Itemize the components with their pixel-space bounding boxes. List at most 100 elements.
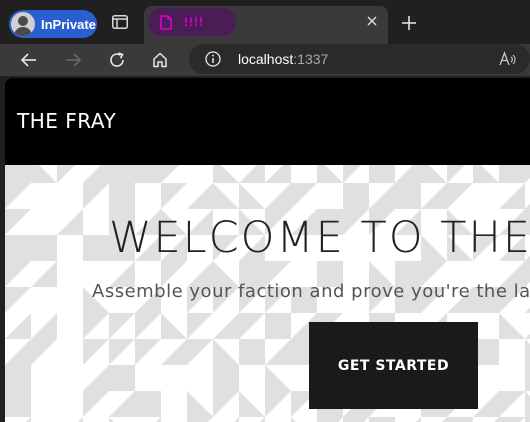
pattern-triangle	[5, 287, 31, 313]
pattern-triangle	[5, 165, 31, 183]
pattern-triangle	[161, 313, 187, 339]
pattern-triangle	[421, 183, 447, 209]
pattern-triangle	[317, 417, 343, 422]
tab-active[interactable]: !!!!	[144, 6, 388, 44]
pattern-triangle	[234, 417, 239, 422]
pattern-triangle	[525, 165, 530, 183]
pattern-triangle	[421, 165, 447, 183]
pattern-triangle	[265, 165, 291, 183]
pattern-triangle	[5, 313, 31, 339]
pattern-triangle	[239, 339, 265, 365]
pattern-triangle	[5, 261, 31, 287]
pattern-triangle	[5, 235, 31, 261]
pattern-triangle	[369, 417, 395, 422]
home-icon[interactable]	[151, 51, 169, 69]
pattern-triangle	[525, 334, 530, 339]
pattern-triangle	[31, 235, 57, 261]
pattern-triangle	[291, 417, 296, 422]
site-navbar: THE FRAY	[5, 78, 530, 165]
pattern-triangle	[239, 183, 265, 209]
pattern-triangle	[109, 391, 135, 417]
pattern-triangle	[343, 183, 369, 209]
pattern-triangle	[156, 417, 161, 422]
pattern-triangle	[83, 313, 109, 339]
pattern-triangle	[239, 165, 265, 183]
pattern-triangle	[442, 417, 447, 422]
url-port: :1337	[293, 51, 329, 67]
pattern-triangle	[5, 209, 31, 235]
pattern-triangle	[161, 183, 187, 209]
pattern-triangle	[265, 391, 291, 417]
pattern-triangle	[5, 391, 31, 417]
get-started-button[interactable]: GET STARTED	[309, 322, 478, 409]
read-aloud-icon[interactable]	[499, 51, 517, 67]
pattern-triangle	[109, 339, 135, 365]
pattern-triangle	[499, 391, 525, 417]
pattern-triangle	[83, 165, 109, 183]
info-icon[interactable]	[205, 51, 221, 67]
pattern-triangle	[135, 391, 161, 417]
pattern-triangle	[5, 365, 31, 391]
pattern-triangle	[447, 165, 465, 183]
pattern-triangle	[135, 339, 161, 365]
pattern-triangle	[26, 417, 31, 422]
pattern-triangle	[187, 417, 213, 422]
pattern-triangle	[239, 313, 265, 339]
pattern-triangle	[343, 417, 369, 422]
pattern-triangle	[395, 165, 421, 183]
pattern-triangle	[135, 165, 161, 183]
pattern-triangle	[525, 391, 530, 417]
brand-logo-text[interactable]: THE FRAY	[17, 109, 116, 133]
inprivate-profile-button[interactable]: InPrivate	[9, 10, 97, 38]
pattern-triangle	[369, 183, 395, 209]
avatar-icon	[11, 12, 35, 36]
forward-arrow-icon[interactable]	[64, 51, 82, 69]
hero-title: WELCOME TO THE FRAY	[109, 213, 530, 263]
pattern-triangle	[109, 417, 114, 422]
pattern-triangle	[447, 417, 473, 422]
pattern-triangle	[5, 183, 31, 209]
pattern-triangle	[525, 339, 530, 365]
pattern-triangle	[135, 313, 161, 339]
pattern-triangle	[317, 165, 343, 183]
hero-section: WELCOME TO THE FRAY Assemble your factio…	[5, 165, 530, 422]
pattern-triangle	[31, 313, 57, 339]
pattern-triangle	[416, 417, 421, 422]
pattern-triangle	[499, 183, 525, 209]
pattern-triangle	[187, 391, 213, 417]
pattern-triangle	[265, 339, 291, 365]
pattern-triangle	[213, 339, 239, 365]
browser-tab-strip: InPrivate !!!!	[0, 0, 530, 44]
hero-subtitle: Assemble your faction and prove you're t…	[92, 281, 530, 302]
plus-icon[interactable]	[400, 14, 418, 32]
pattern-triangle	[499, 165, 525, 183]
pattern-triangle	[31, 165, 57, 183]
address-url[interactable]: localhost:1337	[238, 51, 328, 67]
pattern-triangle	[109, 183, 135, 209]
pattern-triangle	[525, 204, 530, 209]
tab-actions-icon[interactable]	[112, 15, 128, 29]
pattern-triangle	[213, 165, 239, 183]
pattern-triangle	[31, 339, 57, 365]
back-arrow-icon[interactable]	[20, 51, 38, 69]
pattern-triangle	[57, 165, 75, 183]
close-icon[interactable]	[364, 13, 380, 29]
pattern-triangle	[109, 313, 135, 339]
pattern-triangle	[473, 165, 499, 183]
pattern-triangle	[265, 183, 291, 209]
pattern-triangle	[499, 417, 525, 422]
pattern-triangle	[187, 313, 213, 339]
address-bar[interactable]: localhost:1337	[189, 44, 530, 74]
pattern-triangle	[78, 417, 83, 422]
refresh-icon[interactable]	[108, 51, 126, 69]
pattern-triangle	[291, 183, 317, 209]
pattern-triangle	[395, 183, 421, 209]
pattern-triangle	[260, 417, 265, 422]
pattern-triangle	[525, 365, 530, 391]
page-icon	[160, 15, 172, 30]
pattern-triangle	[161, 165, 179, 183]
pattern-triangle	[31, 261, 57, 287]
pattern-triangle	[109, 365, 135, 391]
pattern-triangle	[213, 183, 239, 209]
pattern-triangle	[494, 417, 499, 422]
